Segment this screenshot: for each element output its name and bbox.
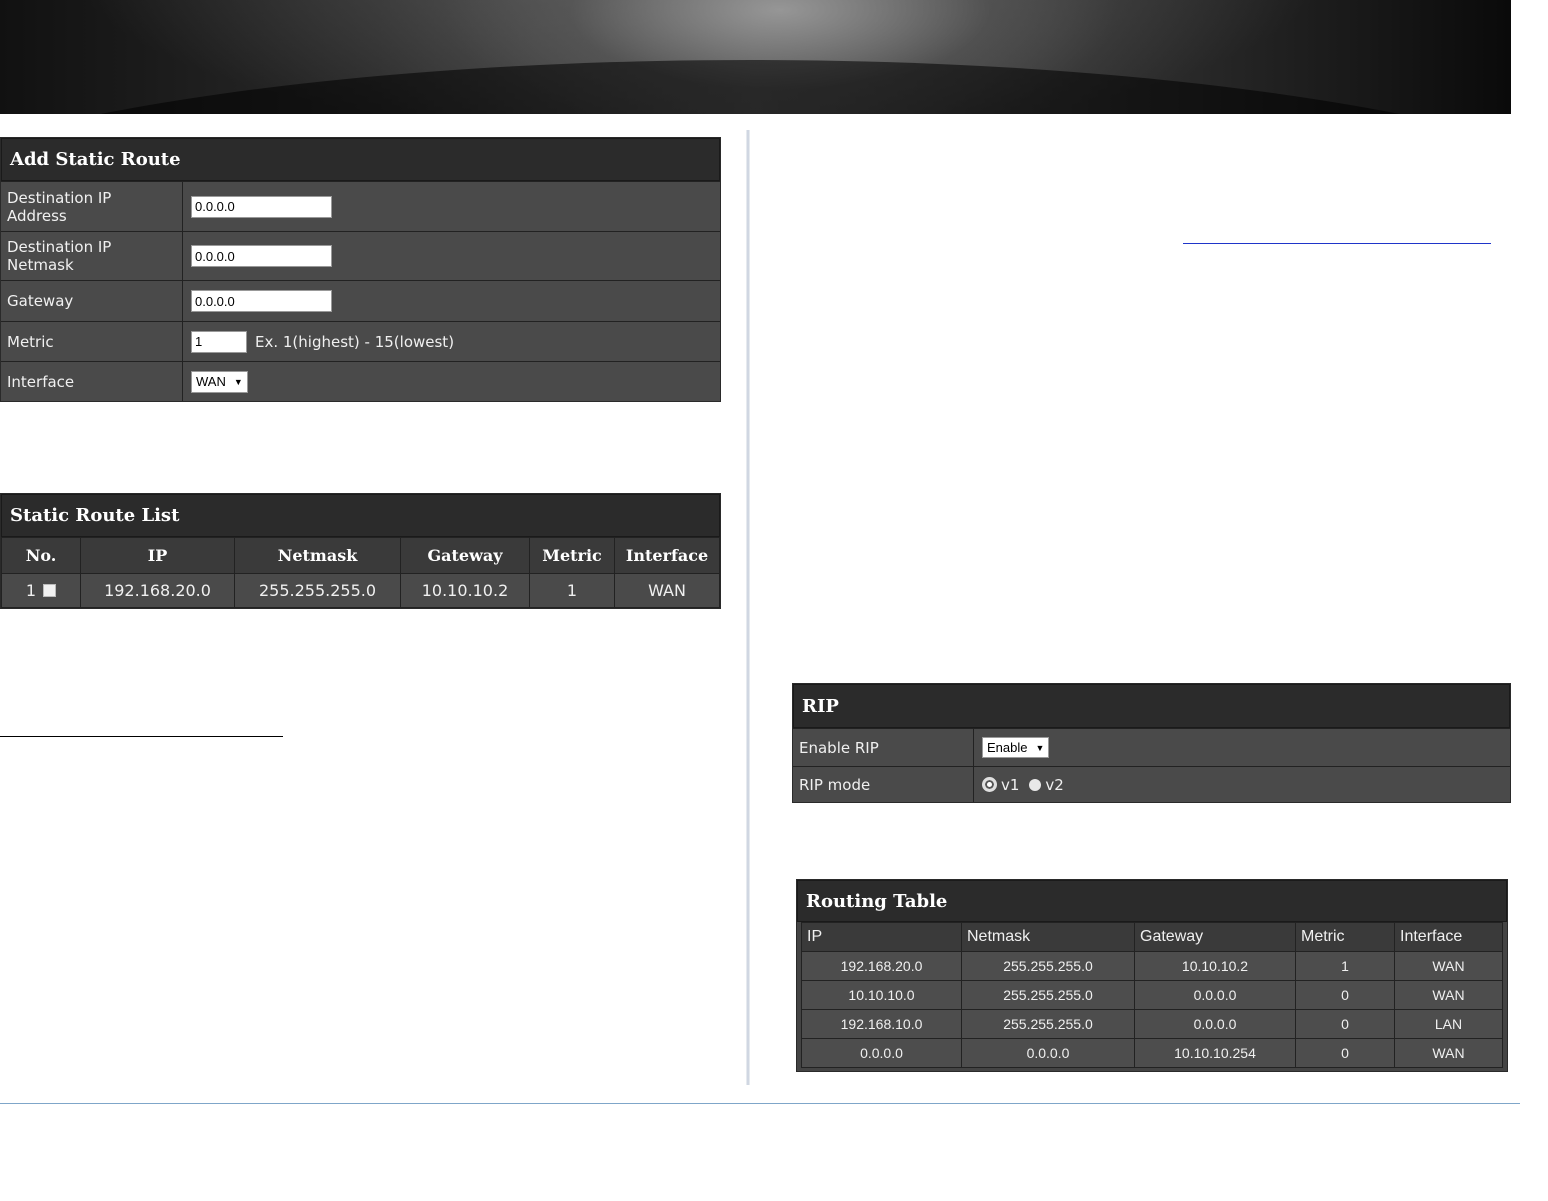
row-no-cell: 1: [1, 573, 81, 608]
row-netmask: 255.255.255.0: [234, 573, 401, 608]
rip-v1-radio[interactable]: [982, 777, 997, 792]
dest-mask-row: Destination IP Netmask: [1, 231, 720, 280]
static-route-list-table: No. IP Netmask Gateway Metric Interface …: [1, 537, 720, 608]
static-route-list-panel: Static Route List No. IP Netmask Gateway…: [0, 493, 721, 609]
dest-ip-row: Destination IP Address: [1, 181, 720, 231]
metric-cell: Ex. 1(highest) - 15(lowest): [183, 322, 454, 361]
rt-col-gateway: Gateway: [1134, 922, 1296, 952]
rt-gateway: 0.0.0.0: [1134, 1009, 1296, 1039]
rt-metric: 1: [1295, 951, 1395, 981]
table-row: 192.168.20.0 255.255.255.0 10.10.10.2 1 …: [801, 951, 1503, 981]
gateway-cell: [183, 281, 332, 321]
interface-cell: WAN ▼: [183, 362, 248, 401]
col-interface: Interface: [614, 537, 720, 574]
enable-rip-select[interactable]: Enable ▼: [982, 737, 1050, 758]
metric-hint: Ex. 1(highest) - 15(lowest): [255, 332, 455, 351]
rt-ip: 0.0.0.0: [801, 1038, 962, 1068]
rip-v2-radio[interactable]: [1029, 778, 1042, 791]
static-route-list-title: Static Route List: [1, 494, 720, 537]
routing-table-header: IP Netmask Gateway Metric Interface: [801, 922, 1503, 952]
interface-row: Interface WAN ▼: [1, 361, 720, 401]
routing-table-panel: Routing Table IP Netmask Gateway Metric …: [796, 879, 1508, 1072]
rt-ip: 192.168.10.0: [801, 1009, 962, 1039]
dest-mask-label: Destination IP Netmask: [1, 232, 183, 280]
table-row: 1 192.168.20.0 255.255.255.0 10.10.10.2 …: [1, 573, 720, 608]
rip-panel: RIP Enable RIP Enable ▼ RIP mode v1 v2: [792, 683, 1511, 803]
chevron-down-icon: ▼: [1035, 742, 1045, 753]
rt-col-netmask: Netmask: [961, 922, 1135, 952]
table-row: 0.0.0.0 0.0.0.0 10.10.10.254 0 WAN: [801, 1038, 1503, 1068]
rip-v2-label: v2: [1045, 775, 1064, 794]
enable-rip-row: Enable RIP Enable ▼: [793, 728, 1510, 766]
rt-col-ip: IP: [801, 922, 962, 952]
row-select-checkbox[interactable]: [43, 584, 57, 597]
dest-ip-cell: [183, 182, 332, 231]
static-route-list-header: No. IP Netmask Gateway Metric Interface: [1, 537, 720, 574]
row-gateway: 10.10.10.2: [400, 573, 530, 608]
row-no: 1: [25, 581, 37, 600]
rt-interface: WAN: [1394, 951, 1503, 981]
rt-metric: 0: [1295, 1009, 1395, 1039]
rt-gateway: 10.10.10.2: [1134, 951, 1296, 981]
rt-ip: 10.10.10.0: [801, 980, 962, 1010]
rt-metric: 0: [1295, 1038, 1395, 1068]
rt-interface: WAN: [1394, 1038, 1503, 1068]
col-ip: IP: [80, 537, 235, 574]
col-netmask: Netmask: [234, 537, 401, 574]
column-divider: [746, 130, 750, 1085]
rt-col-metric: Metric: [1295, 922, 1395, 952]
add-static-route-title: Add Static Route: [1, 138, 720, 181]
rt-netmask: 255.255.255.0: [961, 951, 1135, 981]
col-metric: Metric: [529, 537, 615, 574]
rt-ip: 192.168.20.0: [801, 951, 962, 981]
gateway-row: Gateway: [1, 280, 720, 321]
dest-mask-input[interactable]: [191, 245, 332, 267]
rt-interface: LAN: [1394, 1009, 1503, 1039]
rt-col-interface: Interface: [1394, 922, 1503, 952]
rt-netmask: 0.0.0.0: [961, 1038, 1135, 1068]
metric-input[interactable]: [191, 330, 247, 353]
left-section-rule: [0, 736, 283, 737]
interface-select[interactable]: WAN ▼: [191, 370, 248, 393]
header-banner-curve: [0, 0, 1511, 114]
col-no: No.: [1, 537, 81, 574]
rip-mode-label: RIP mode: [793, 767, 974, 802]
rip-mode-cell: v1 v2: [974, 767, 1064, 802]
rt-gateway: 0.0.0.0: [1134, 980, 1296, 1010]
dest-ip-input[interactable]: [191, 195, 332, 218]
rt-netmask: 255.255.255.0: [961, 1009, 1135, 1039]
dest-ip-label: Destination IP Address: [1, 182, 183, 231]
rt-netmask: 255.255.255.0: [961, 980, 1135, 1010]
enable-rip-cell: Enable ▼: [974, 729, 1050, 766]
add-static-route-panel: Add Static Route Destination IP Address …: [0, 137, 721, 402]
metric-row: Metric Ex. 1(highest) - 15(lowest): [1, 321, 720, 361]
rt-gateway: 10.10.10.254: [1134, 1038, 1296, 1068]
routing-table: IP Netmask Gateway Metric Interface 192.…: [801, 922, 1503, 1068]
rip-v1-label: v1: [1001, 775, 1020, 794]
dest-mask-cell: [183, 232, 332, 280]
col-gateway: Gateway: [400, 537, 530, 574]
row-metric: 1: [529, 573, 615, 608]
rt-interface: WAN: [1394, 980, 1503, 1010]
table-row: 10.10.10.0 255.255.255.0 0.0.0.0 0 WAN: [801, 980, 1503, 1010]
footer-rule: [0, 1103, 1520, 1104]
rip-mode-row: RIP mode v1 v2: [793, 766, 1510, 802]
chevron-down-icon: ▼: [233, 376, 243, 387]
enable-rip-select-value: Enable: [987, 740, 1028, 755]
table-row: 192.168.10.0 255.255.255.0 0.0.0.0 0 LAN: [801, 1009, 1503, 1039]
gateway-label: Gateway: [1, 281, 183, 321]
rip-title: RIP: [793, 684, 1510, 728]
enable-rip-label: Enable RIP: [793, 729, 974, 766]
rt-metric: 0: [1295, 980, 1395, 1010]
metric-label: Metric: [1, 322, 183, 361]
row-interface: WAN: [614, 573, 720, 608]
interface-label: Interface: [1, 362, 183, 401]
interface-select-value: WAN: [196, 374, 226, 389]
link-underline[interactable]: [1183, 243, 1491, 244]
row-ip: 192.168.20.0: [80, 573, 235, 608]
routing-table-title: Routing Table: [797, 880, 1507, 922]
gateway-input[interactable]: [191, 290, 332, 312]
